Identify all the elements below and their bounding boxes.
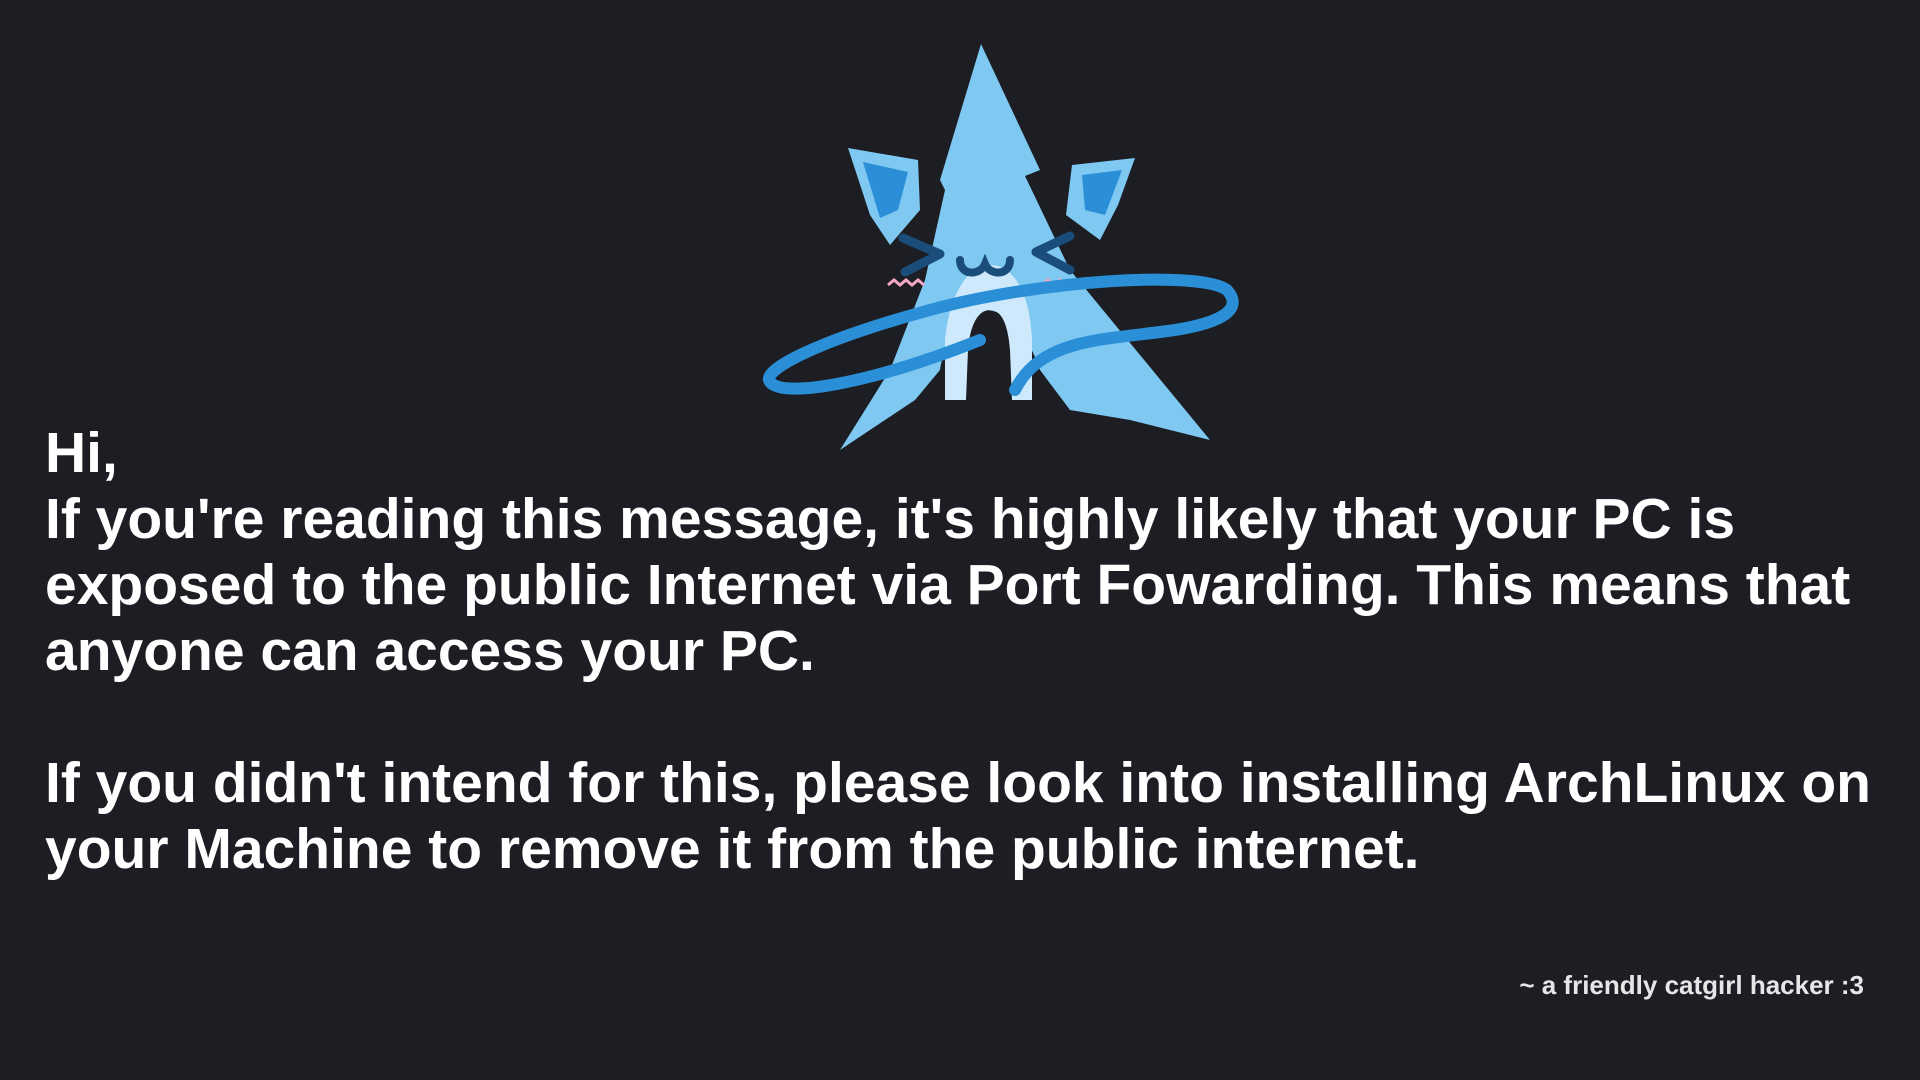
arch-catgirl-mascot-icon [763, 44, 1239, 450]
signature-text: ~ a friendly catgirl hacker :3 [1519, 970, 1864, 1000]
paragraph-advice: If you didn't intend for this, please lo… [45, 751, 1871, 881]
paragraph-exposure: If you're reading this message, it's hig… [45, 487, 1851, 683]
greeting-text: Hi, [45, 421, 118, 485]
message-body: Hi, If you're reading this message, it's… [45, 420, 1905, 882]
